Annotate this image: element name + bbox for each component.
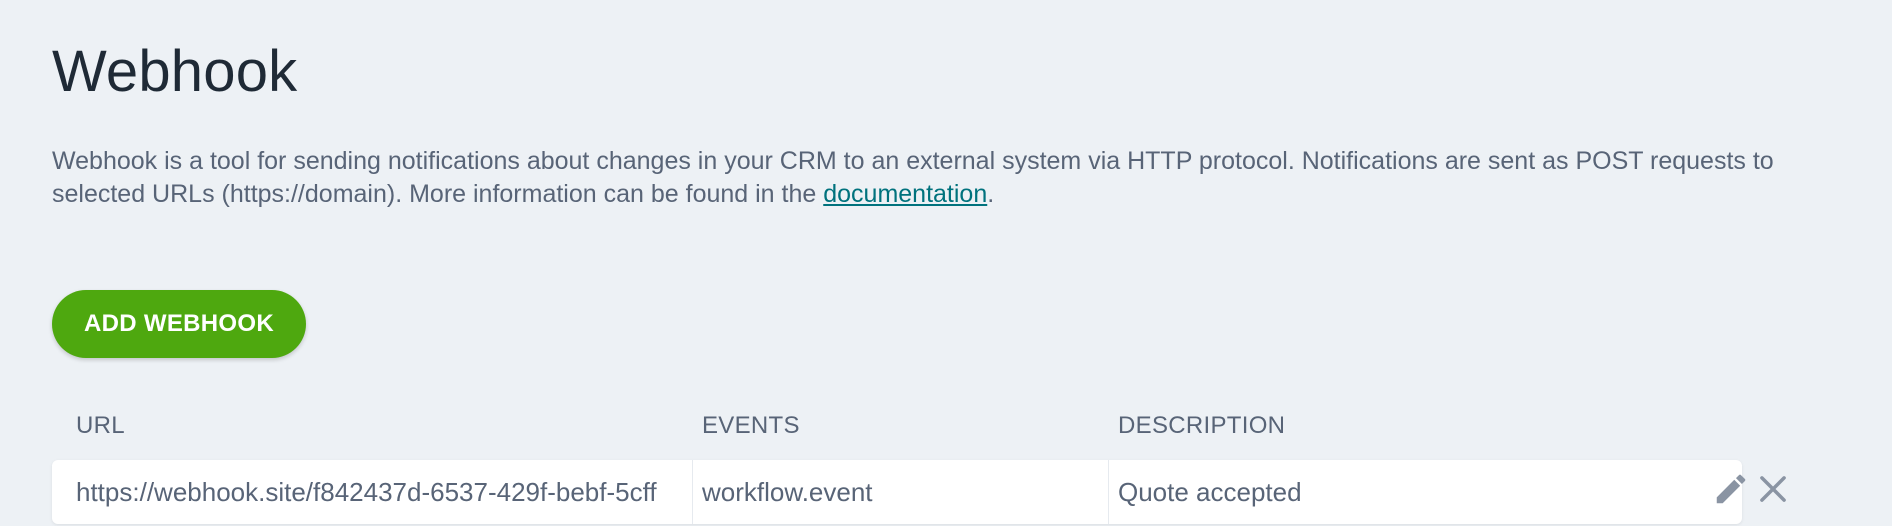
events-cell: workflow.event: [702, 477, 873, 507]
column-header-url: URL: [76, 412, 125, 439]
page-title: Webhook: [52, 39, 298, 104]
pencil-icon[interactable]: [1712, 470, 1750, 508]
close-icon[interactable]: [1754, 470, 1792, 508]
description-end: .: [987, 180, 995, 208]
url-cell: https://webhook.site/f842437d-6537-429f-…: [76, 477, 657, 507]
column-header-description: DESCRIPTION: [1118, 412, 1286, 439]
column-header-events: EVENTS: [702, 412, 800, 439]
add-webhook-button[interactable]: ADD WEBHOOK: [52, 290, 306, 358]
column-divider: [692, 460, 693, 524]
column-divider: [1108, 460, 1109, 524]
documentation-link[interactable]: documentation: [823, 180, 987, 208]
table-row[interactable]: https://webhook.site/f842437d-6537-429f-…: [52, 460, 1742, 524]
page-description: Webhook is a tool for sending notificati…: [52, 145, 1852, 211]
table-header: URL EVENTS DESCRIPTION: [52, 412, 1742, 446]
description-cell: Quote accepted: [1118, 477, 1302, 507]
row-actions: [1712, 470, 1792, 510]
